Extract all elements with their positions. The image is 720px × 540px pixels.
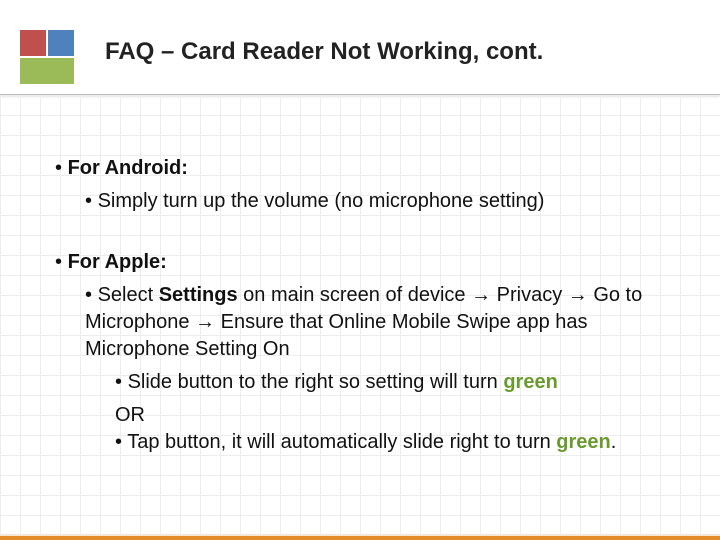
footer-bar xyxy=(0,534,720,540)
apple-item-1: Select Settings on main screen of device… xyxy=(85,282,665,363)
logo-square-green xyxy=(20,58,74,84)
section-heading-android: For Android: xyxy=(55,155,665,182)
apple-sub-1: Slide button to the right so setting wil… xyxy=(115,369,665,396)
slide-body: For Android: Simply turn up the volume (… xyxy=(0,95,720,482)
section-heading-apple: For Apple: xyxy=(55,249,665,276)
android-item-1: Simply turn up the volume (no microphone… xyxy=(85,188,665,215)
logo-square-red xyxy=(20,30,46,56)
logo xyxy=(20,30,76,86)
logo-square-blue xyxy=(48,30,74,56)
apple-sub-2: Tap button, it will automatically slide … xyxy=(115,429,665,456)
slide-header: FAQ – Card Reader Not Working, cont. xyxy=(0,0,720,95)
page-title: FAQ – Card Reader Not Working, cont. xyxy=(105,38,543,66)
apple-or: OR xyxy=(115,402,665,429)
